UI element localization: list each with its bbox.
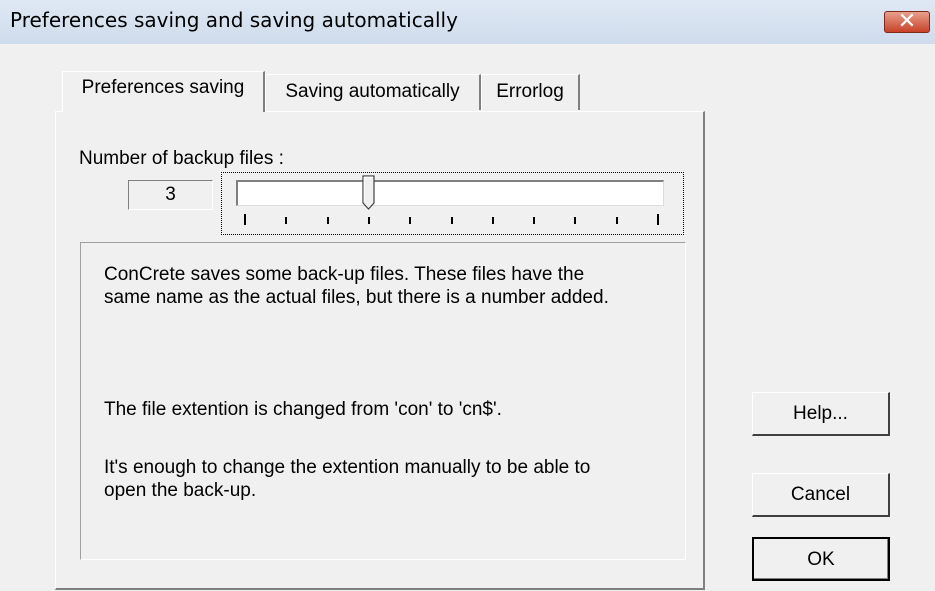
slider-tick [450, 217, 453, 224]
backup-count-display: 3 [128, 180, 213, 210]
info-paragraph-3: It's enough to change the extention manu… [104, 457, 591, 501]
title-bar: Preferences saving and saving automatica… [0, 0, 935, 45]
window-title: Preferences saving and saving automatica… [10, 8, 458, 32]
tab-errorlog[interactable]: Errorlog [481, 74, 580, 110]
tab-preferences-saving[interactable]: Preferences saving [62, 71, 265, 112]
slider-tick [285, 217, 288, 224]
tab-label: Saving automatically [285, 81, 460, 102]
ok-button[interactable]: OK [752, 537, 890, 581]
tab-label: Errorlog [496, 81, 564, 102]
info-paragraph-2: The file extention is changed from 'con'… [104, 399, 502, 420]
close-button[interactable]: ✕ [884, 9, 930, 34]
info-paragraph-1: ConCrete saves some back-up files. These… [104, 264, 609, 308]
close-icon: ✕ [897, 9, 917, 34]
slider-thumb[interactable] [362, 175, 376, 210]
slider-tick [244, 214, 246, 225]
help-button[interactable]: Help... [752, 392, 890, 436]
tab-label: Preferences saving [81, 77, 245, 98]
slider-tick [533, 217, 536, 224]
slider-tick [326, 217, 329, 224]
slider-tick [367, 217, 370, 224]
cancel-button[interactable]: Cancel [752, 473, 890, 517]
backup-files-label: Number of backup files : [79, 148, 284, 169]
cancel-button-label: Cancel [790, 484, 851, 505]
backup-count-slider[interactable] [236, 180, 664, 206]
help-button-label: Help... [793, 403, 848, 424]
slider-tick [615, 217, 618, 224]
slider-tick [657, 214, 659, 225]
tab-saving-automatically[interactable]: Saving automatically [265, 74, 481, 110]
ok-button-label: OK [807, 549, 835, 570]
slider-tick [574, 217, 577, 224]
slider-tick [491, 217, 494, 224]
slider-tick [409, 217, 412, 224]
